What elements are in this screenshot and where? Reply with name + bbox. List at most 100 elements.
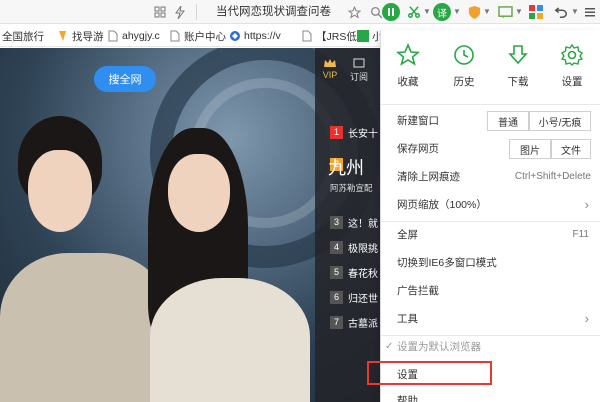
rank-number: 4 [330,240,343,254]
rank-title: 古墓派 [348,318,378,330]
account-icon [168,30,181,43]
settings-highlight-box [367,361,492,385]
menu-item-tools[interactable]: 工具 › [381,306,600,332]
bookmark-label: 【JRS低 [316,30,357,43]
search-all-button[interactable]: 搜全网 [94,66,156,92]
menu-item-fullscreen[interactable]: 全屏 F11 [381,222,600,248]
download-label: 下载 [507,76,529,88]
browser-main-menu: 收藏 历史 下载 设置 新建窗口 普通 小号/无痕 保存网页 图片 文件 清除上… [380,30,600,402]
rank-item[interactable]: 1 长安十 [330,124,378,140]
bookmark-item[interactable]: ahygjy.c [106,28,160,44]
check-icon: ✓ [385,341,394,352]
subscribe-label: 订阅 [349,72,368,82]
new-window-label: 新建窗口 [397,115,439,127]
crown-icon [324,59,336,67]
chevron-down-icon[interactable]: ▼ [571,7,579,16]
apps-icon[interactable] [528,4,544,20]
subscribe-tab[interactable]: 订阅 [348,58,370,83]
menu-item-default-browser[interactable]: ✓ 设置为默认浏览器 [381,334,600,360]
clear-history-shortcut: Ctrl+Shift+Delete [514,171,591,182]
bookmark-item[interactable]: https://v [228,28,281,44]
menu-item-zoom[interactable]: 网页缩放（100%） › [381,192,600,218]
clear-history-label: 清除上网痕迹 [397,171,460,183]
ad-block-label: 广告拦截 [397,285,439,297]
menu-item-clear-history[interactable]: 清除上网痕迹 Ctrl+Shift+Delete [381,164,600,190]
rank-title: 归还世 [348,293,378,305]
tools-label: 工具 [397,313,418,325]
bookmark-item[interactable]: 【JRS低 [300,28,357,44]
translate-icon[interactable]: 译 [433,3,451,21]
menu-item-new-window: 新建窗口 普通 小号/无痕 [381,108,600,134]
rank-item[interactable]: 6 归还世 [330,289,378,305]
sports-icon [300,30,313,43]
rank-number: 5 [330,265,343,279]
chevron-down-icon[interactable]: ▼ [453,7,461,16]
undo-icon[interactable] [553,4,569,20]
history-label: 历史 [453,76,475,88]
vip-label: VIP [322,70,338,80]
menu-quick-actions: 收藏 历史 下载 设置 [381,40,600,100]
zoom-label: 网页缩放（100%） [397,199,487,211]
bookmark-label: ahygjy.c [122,30,160,42]
message-icon[interactable] [497,4,513,20]
new-window-incognito-button[interactable]: 小号/无痕 [529,111,591,131]
rank-item[interactable]: 3 这！就 [330,214,378,230]
fullscreen-label: 全屏 [397,229,418,241]
new-window-normal-button[interactable]: 普通 [487,111,529,131]
grid-icon[interactable] [152,4,168,20]
bookmark-label: 全国旅行 [2,30,44,43]
chevron-down-icon[interactable]: ▼ [515,7,523,16]
menu-item-ie6-mode[interactable]: 切换到IE6多窗口模式 [381,250,600,276]
chevron-down-icon[interactable]: ▼ [483,7,491,16]
guide-icon [56,30,69,43]
rank-title: 春花秋 [348,268,378,280]
bookmark-item[interactable]: 账户中心 [168,28,226,44]
ie6-mode-label: 切换到IE6多窗口模式 [397,257,497,269]
chevron-down-icon[interactable]: ▼ [423,7,431,16]
vpn-icon[interactable] [466,4,482,20]
toolbar-divider [196,4,197,20]
star-icon[interactable] [346,4,362,20]
default-browser-label: 设置为默认浏览器 [397,341,481,353]
rank-title: 长安十 [348,128,378,140]
flash-icon[interactable] [172,4,188,20]
download-button[interactable]: 下载 [495,40,541,100]
featured-title[interactable]: 九州 [328,154,364,180]
menu-item-save-page: 保存网页 图片 文件 [381,136,600,162]
menu-divider [381,104,600,105]
scissors-icon[interactable] [406,4,422,20]
bookmark-label: 找导游 [72,30,104,43]
rank-title: 这！就 [348,218,378,230]
history-button[interactable]: 历史 [441,40,487,100]
help-label: 帮助 [397,395,418,402]
subscribe-icon [353,58,365,68]
rank-title: 极限挑 [348,243,378,255]
menu-icon[interactable] [582,4,598,20]
bookmark-item[interactable]: 全国旅行 [2,28,44,44]
favorites-button[interactable]: 收藏 [385,40,431,100]
gear-icon [559,42,585,68]
rank-item[interactable]: 7 古墓派 [330,314,378,330]
bookmark-item[interactable]: 小 [356,28,383,44]
save-page-file-button[interactable]: 文件 [551,139,591,159]
bookmark-icon [356,30,369,43]
bookmark-item[interactable]: 找导游 [56,28,104,44]
menu-item-ad-block[interactable]: 广告拦截 [381,278,600,304]
rank-item[interactable]: 5 春花秋 [330,264,378,280]
rank-number: 7 [330,315,343,329]
extension-icon[interactable] [382,3,400,21]
favorites-label: 收藏 [397,76,419,88]
browser-toolbar: 当代网恋现状调查问卷 ▼ 译 ▼ ▼ ▼ ▼ [0,0,600,24]
menu-item-help[interactable]: 帮助 [381,388,600,402]
page-title[interactable]: 当代网恋现状调查问卷 [206,2,366,22]
star-outline-icon [395,42,421,68]
rank-number: 6 [330,290,343,304]
bookmark-label: https://v [244,30,281,42]
clock-icon [451,42,477,68]
rank-number: 1 [330,125,343,139]
save-page-image-button[interactable]: 图片 [509,139,551,159]
vip-tab[interactable]: VIP [320,58,340,80]
featured-subtitle: 阿苏勒宣配 [330,183,373,193]
rank-item[interactable]: 4 极限挑 [330,239,378,255]
settings-shortcut-button[interactable]: 设置 [549,40,595,100]
